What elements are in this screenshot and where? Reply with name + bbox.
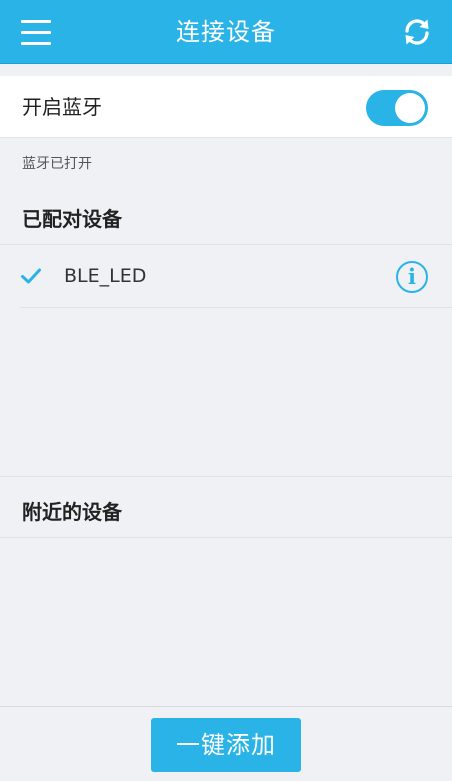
info-icon[interactable]: i [396, 261, 428, 293]
bluetooth-status-text: 蓝牙已打开 [22, 156, 92, 172]
paired-device-row[interactable]: BLE_LED i [0, 246, 452, 307]
app-header: 连接设备 [0, 0, 452, 64]
device-name: BLE_LED [64, 265, 147, 287]
bluetooth-label: 开启蓝牙 [22, 95, 102, 119]
bottom-bar: 一键添加 [0, 706, 452, 781]
refresh-icon [405, 19, 429, 45]
nearby-devices-title: 附近的设备 [22, 500, 122, 524]
paired-devices-title: 已配对设备 [22, 207, 122, 231]
divider [0, 537, 452, 538]
bluetooth-toggle-row: 开启蓝牙 [0, 76, 452, 138]
divider [20, 307, 452, 308]
refresh-button[interactable] [400, 15, 434, 49]
switch-knob [395, 93, 425, 123]
divider [0, 476, 452, 477]
page-title: 连接设备 [176, 18, 276, 46]
bluetooth-switch[interactable] [366, 90, 428, 126]
check-icon [21, 268, 41, 284]
divider [0, 244, 452, 245]
add-all-button[interactable]: 一键添加 [151, 718, 301, 772]
